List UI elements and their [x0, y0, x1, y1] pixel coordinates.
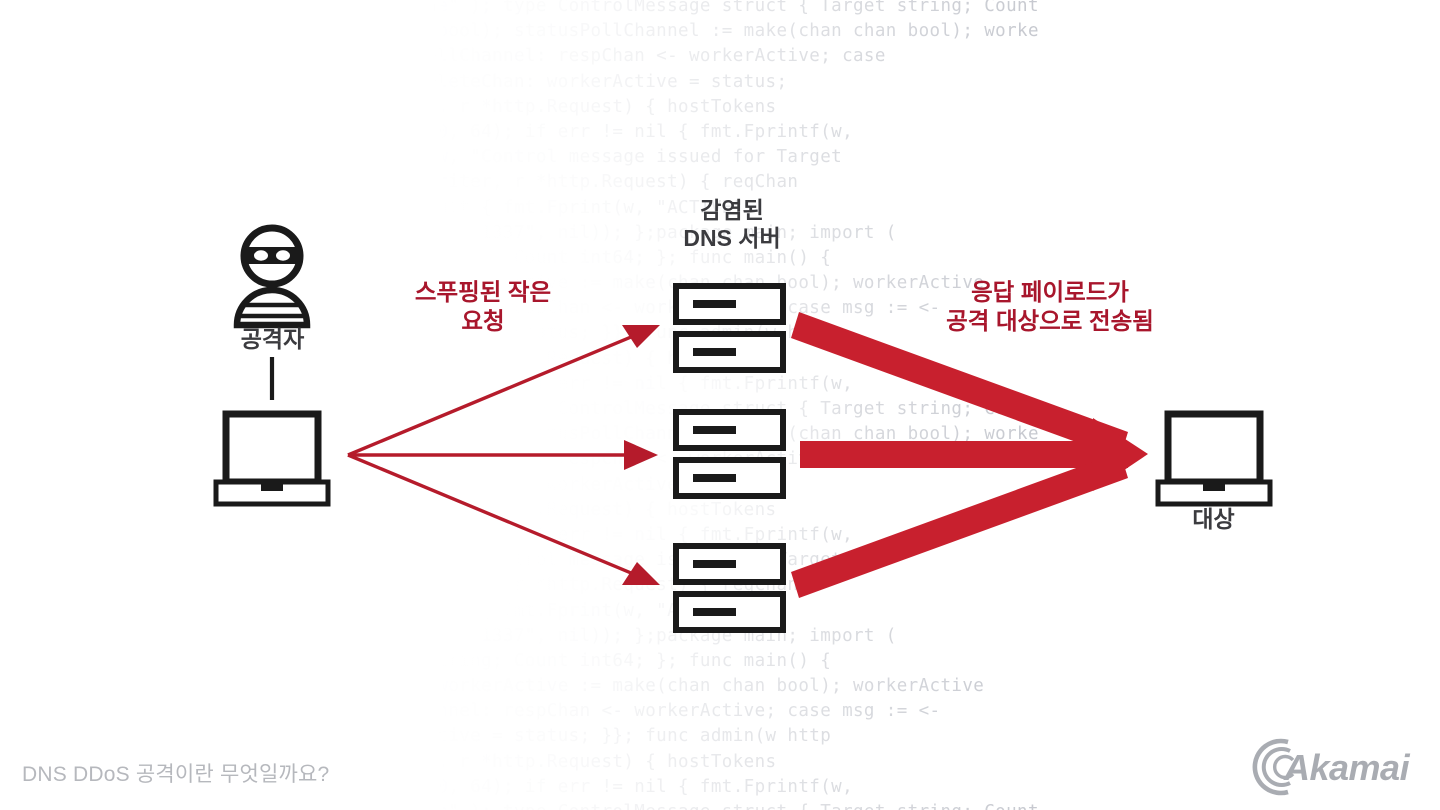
akamai-logo: Akamai — [1252, 738, 1411, 796]
akamai-wordmark: Akamai — [1283, 747, 1411, 788]
attacker-icon — [233, 224, 311, 329]
response-arrow-middle — [800, 441, 1128, 468]
request-arrow-bottom-line — [347, 453, 644, 580]
request-arrow-group — [347, 330, 644, 580]
response-arrow-group — [791, 312, 1148, 598]
response-arrow-bottom — [791, 452, 1128, 598]
response-flow-label: 응답 페이로드가 공격 대상으로 전송됨 — [946, 279, 1154, 334]
attacker-laptop-icon — [213, 410, 331, 507]
server-unit-led — [693, 300, 736, 308]
target-laptop-trackpad — [1203, 482, 1225, 491]
server-unit-led — [693, 348, 736, 356]
server-unit-led — [693, 474, 736, 482]
target-label: 대상 — [1192, 506, 1235, 532]
attacker-eye-right — [276, 250, 290, 261]
attacker-label: 공격자 — [240, 326, 305, 352]
server-unit-led — [693, 426, 736, 434]
attacker-laptop-screen — [222, 410, 322, 486]
request-arrow-top-line — [347, 330, 644, 457]
dns-server-rack-1 — [673, 283, 786, 373]
dns-server-rack-2 — [673, 409, 786, 499]
attacker-laptop-trackpad — [261, 482, 283, 491]
dns-ddos-diagram — [213, 224, 1273, 633]
server-unit-led — [693, 608, 736, 616]
dns-servers-label: 감염된 DNS 서버 — [683, 197, 781, 252]
slide-caption: DNS DDoS 공격이란 무엇일까요? — [22, 763, 330, 786]
attacker-body-stripes — [239, 302, 305, 319]
target-laptop-screen — [1164, 410, 1264, 486]
dns-server-rack-3 — [673, 543, 786, 633]
request-arrow-heads — [622, 325, 660, 585]
target-laptop-icon — [1155, 410, 1273, 507]
attacker-body — [233, 286, 311, 329]
request-arrow-head-bottom — [622, 562, 660, 585]
slide-canvas: "strings" "time" ); type ControlMessage … — [0, 0, 1440, 810]
attacker-eye-left — [254, 250, 268, 261]
request-arrow-head-top — [622, 325, 660, 348]
server-unit-led — [693, 560, 736, 568]
request-arrow-head-middle — [624, 440, 658, 470]
request-flow-label: 스푸핑된 작은 요청 — [414, 279, 552, 334]
attacker-mask-band — [245, 247, 299, 264]
